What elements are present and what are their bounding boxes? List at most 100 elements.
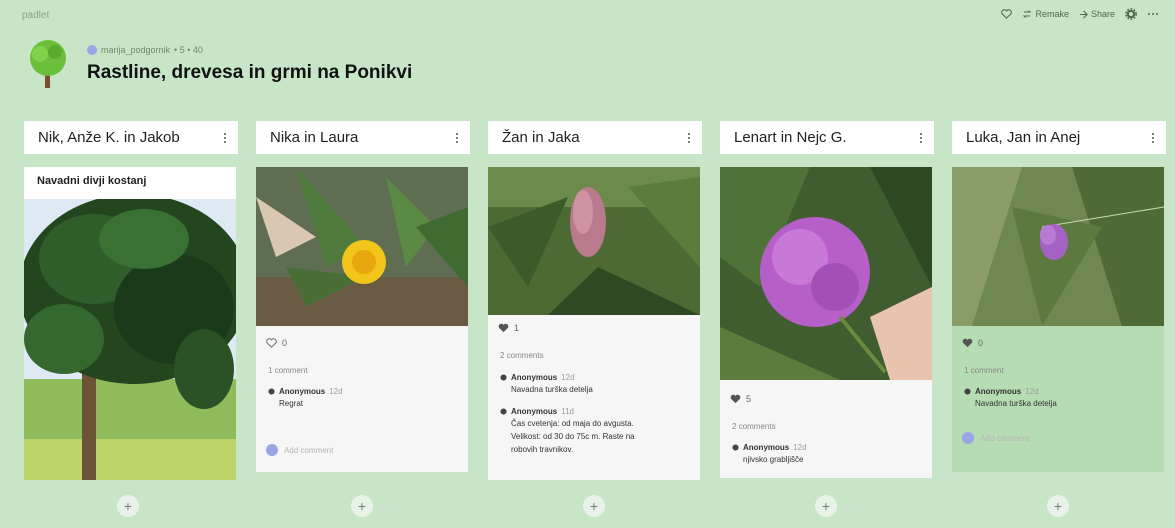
more-button[interactable]: [1147, 12, 1159, 16]
heart-icon[interactable]: [498, 323, 509, 333]
comment-user-icon: [268, 388, 275, 395]
column-title: Luka, Jan in Anej: [966, 129, 1081, 146]
share-button[interactable]: Share: [1079, 9, 1115, 19]
settings-button[interactable]: [1125, 8, 1137, 20]
post-card[interactable]: 0 1 comment Anonymous 12d Navadna turška…: [952, 167, 1164, 472]
column-header: Nik, Anže K. in Jakob: [24, 121, 238, 154]
add-post-button[interactable]: +: [351, 495, 373, 517]
comments-count: 1 comment: [268, 366, 308, 375]
comment: Anonymous 11d Čas cvetenja: od maja do a…: [488, 407, 700, 456]
page-title: Rastline, drevesa in grmi na Ponikvi: [87, 62, 413, 83]
like-count: 1: [514, 323, 520, 333]
comment-text-line: Čas cvetenja: od maja do avgusta.: [511, 419, 634, 428]
reactions: 0: [256, 338, 468, 348]
comments-count: 1 comment: [964, 366, 1004, 375]
heart-icon: [1001, 9, 1013, 19]
remake-button[interactable]: Remake: [1022, 9, 1069, 19]
padlet-meta: marija_podgornik • 5 • 40: [87, 45, 203, 55]
comment-author: Anonymous: [511, 407, 558, 416]
comment-text: Čas cvetenja: od maja do avgusta. Veliko…: [500, 417, 688, 456]
reactions: 0: [952, 338, 1164, 348]
author-name[interactable]: marija_podgornik: [101, 45, 170, 55]
comment-text: njivsko grabljišče: [743, 455, 804, 464]
column-menu-button[interactable]: [916, 132, 926, 143]
comment-text-line: Velikost: od 30 do 75c m. Raste na: [511, 432, 635, 441]
comment-time: 12d: [793, 443, 807, 452]
add-post-button[interactable]: +: [583, 495, 605, 517]
add-post-button[interactable]: +: [1047, 495, 1069, 517]
author-avatar: [87, 45, 97, 55]
like-count: 0: [978, 338, 984, 348]
post-card[interactable]: 1 2 comments Anonymous 12d Navadna turšk…: [488, 167, 700, 480]
comment: Anonymous 12d Regrat: [256, 387, 468, 410]
column-header: Lenart in Nejc G.: [720, 121, 934, 154]
plus-icon: +: [357, 498, 367, 514]
comment-user-icon: [732, 444, 739, 451]
comment-user-icon: [500, 408, 507, 415]
avatar: [962, 432, 974, 444]
heart-icon[interactable]: [266, 338, 277, 348]
add-post-button[interactable]: +: [815, 495, 837, 517]
share-label: Share: [1090, 9, 1115, 19]
column-menu-button[interactable]: [220, 132, 230, 143]
reactions: 5: [720, 394, 932, 404]
comment-author: Anonymous: [511, 373, 558, 382]
column-menu-button[interactable]: [1148, 132, 1158, 143]
post-card[interactable]: Navadni divji kostanj: [24, 167, 236, 480]
comment-text: Regrat: [279, 399, 304, 408]
column-title: Žan in Jaka: [502, 129, 580, 146]
like-count: 0: [282, 338, 288, 348]
post-image-vetch: [952, 167, 1164, 326]
column-title: Lenart in Nejc G.: [734, 129, 847, 146]
column-header: Luka, Jan in Anej: [952, 121, 1166, 154]
brand-logo[interactable]: padlet: [22, 10, 49, 21]
comment-author: Anonymous: [743, 443, 790, 452]
post-image-chestnut-tree: [24, 199, 236, 480]
column: Lenart in Nejc G.: [720, 121, 934, 154]
heart-icon[interactable]: [962, 338, 973, 348]
comments-count: 2 comments: [500, 351, 544, 360]
column-header: Nika in Laura: [256, 121, 470, 154]
like-count: 5: [746, 394, 752, 404]
comment: Anonymous 12d njivsko grabljišče: [720, 443, 932, 466]
heart-button[interactable]: [1001, 9, 1013, 19]
meta-counts: • 5 • 40: [174, 45, 203, 55]
comment-author: Anonymous: [279, 387, 326, 396]
padlet-tree-icon: [30, 40, 66, 88]
top-nav: Remake Share: [1001, 8, 1159, 20]
heart-icon[interactable]: [730, 394, 741, 404]
comment-text: Navadna turška detelja: [511, 385, 593, 394]
post-card[interactable]: 5 2 comments Anonymous 12d njivsko grabl…: [720, 167, 932, 478]
column-title: Nik, Anže K. in Jakob: [38, 129, 180, 146]
comment-user-icon: [500, 374, 507, 381]
gear-icon: [1125, 8, 1137, 20]
comment-text: Navadna turška detelja: [975, 399, 1057, 408]
post-card[interactable]: 0 1 comment Anonymous 12d Regrat Add com…: [256, 167, 468, 472]
add-comment-placeholder: Add comment: [284, 445, 334, 455]
column: Žan in Jaka: [488, 121, 702, 154]
add-comment-placeholder: Add comment: [980, 433, 1030, 443]
post-image-clover: [488, 167, 700, 315]
comment-time: 12d: [561, 373, 575, 382]
comment-author: Anonymous: [975, 387, 1022, 396]
add-comment-field[interactable]: Add comment: [952, 432, 1164, 444]
add-post-button[interactable]: +: [117, 495, 139, 517]
top-bar: padlet Remake Share: [0, 0, 1175, 30]
post-title: Navadni divji kostanj: [24, 167, 236, 199]
post-image-scabious: [720, 167, 932, 380]
column-title: Nika in Laura: [270, 129, 359, 146]
column: Nik, Anže K. in Jakob: [24, 121, 238, 154]
more-icon: [1148, 13, 1158, 15]
column-header: Žan in Jaka: [488, 121, 702, 154]
column: Nika in Laura: [256, 121, 470, 154]
column-menu-button[interactable]: [684, 132, 694, 143]
comment-user-icon: [964, 388, 971, 395]
comment: Anonymous 12d Navadna turška detelja: [952, 387, 1164, 410]
remake-icon: [1023, 10, 1032, 18]
column-menu-button[interactable]: [452, 132, 462, 143]
comment: Anonymous 12d Navadna turška detelja: [488, 373, 700, 396]
plus-icon: +: [821, 498, 831, 514]
add-comment-field[interactable]: Add comment: [256, 444, 468, 456]
comment-time: 12d: [329, 387, 343, 396]
remake-label: Remake: [1035, 9, 1069, 19]
